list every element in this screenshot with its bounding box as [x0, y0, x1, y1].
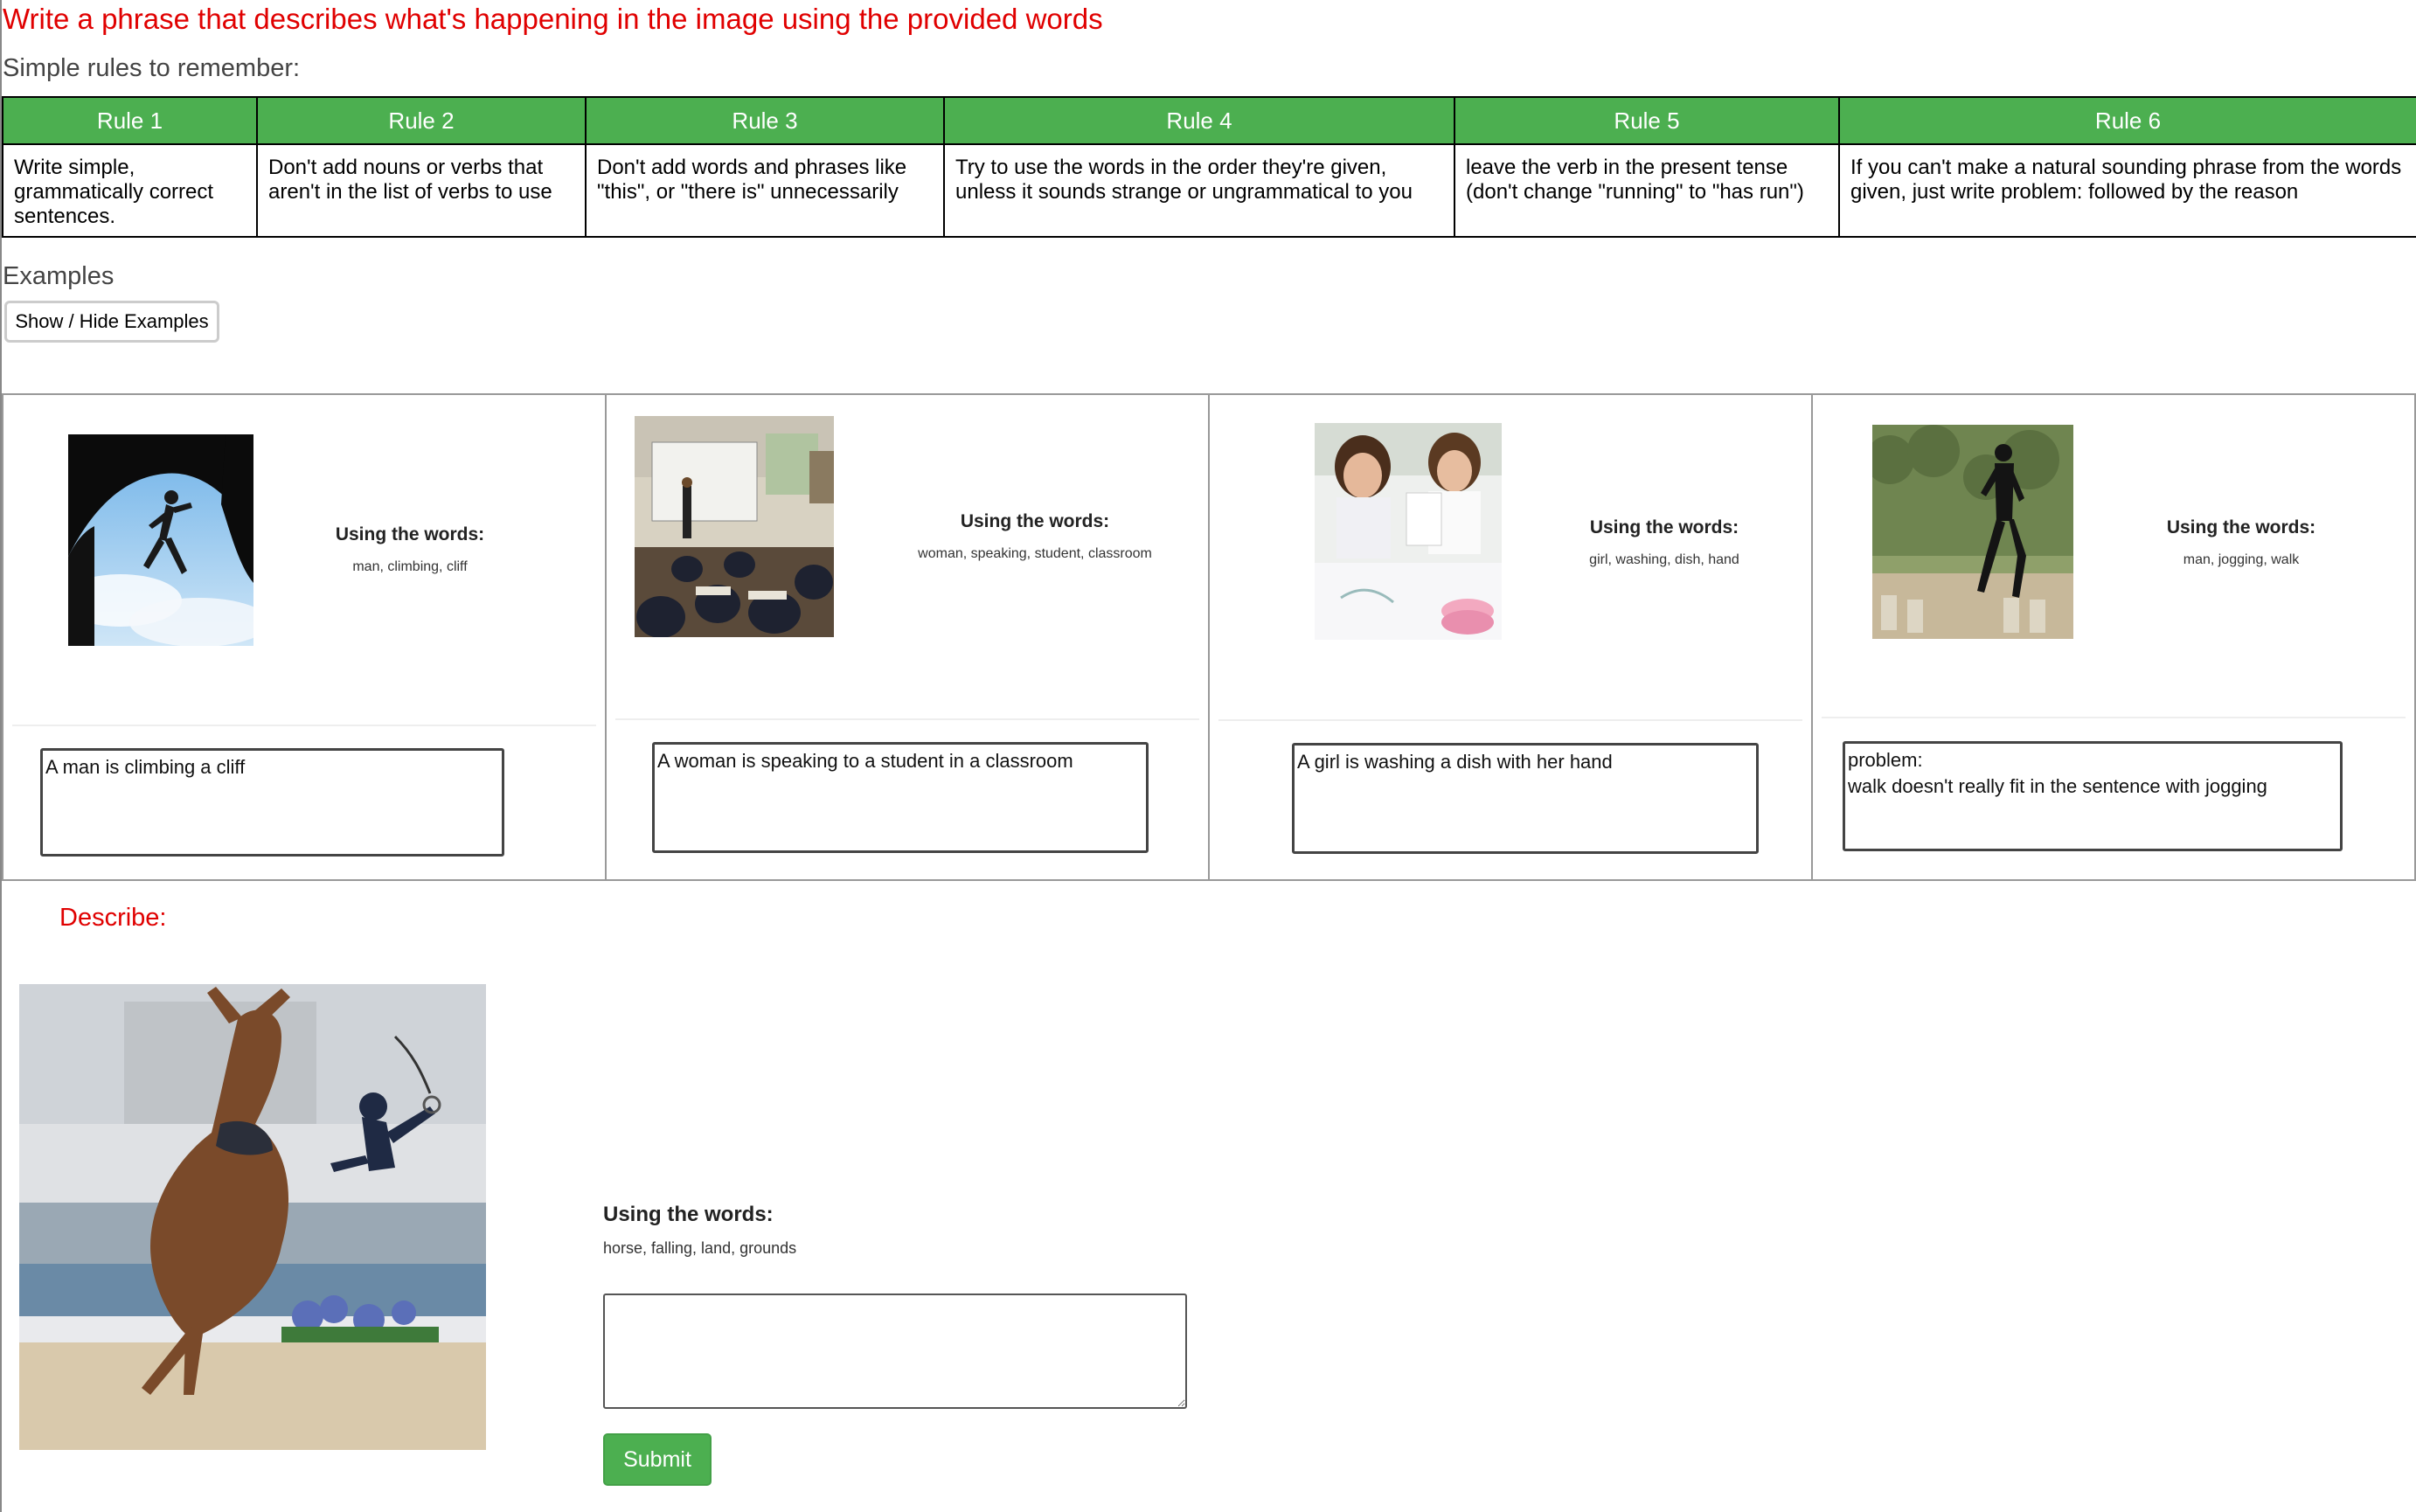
- classroom-photo: [635, 416, 834, 637]
- rule-text: Don't add words and phrases like "this",…: [585, 143, 945, 238]
- words-title: Using the words:: [1589, 517, 1739, 538]
- example-card: Using the words: man, jogging, walk prob…: [1813, 395, 2414, 879]
- words-title: Using the words:: [960, 511, 1110, 531]
- example-card: Using the words: woman, speaking, studen…: [607, 395, 1210, 879]
- rock-climber-photo: [68, 434, 253, 646]
- example-words: Using the words: man, climbing, cliff: [292, 524, 528, 575]
- rule-header: Rule 6: [1838, 96, 2416, 145]
- example-answer-field[interactable]: A woman is speaking to a student in a cl…: [652, 742, 1149, 853]
- rule-header: Rule 2: [256, 96, 587, 145]
- example-words: Using the words: woman, speaking, studen…: [904, 511, 1166, 562]
- example-answer-field[interactable]: problem: walk doesn't really fit in the …: [1843, 741, 2343, 851]
- man-jogging-photo: [1872, 425, 2073, 639]
- divider: [1218, 719, 1802, 721]
- words-title: Using the words:: [335, 524, 485, 544]
- rule-text: Don't add nouns or verbs that aren't in …: [256, 143, 587, 238]
- rule-text: Try to use the words in the order they'r…: [943, 143, 1455, 238]
- divider: [615, 718, 1199, 720]
- rule-header: Rule 3: [585, 96, 945, 145]
- divider: [12, 725, 596, 726]
- answer-input[interactable]: [603, 1294, 1187, 1409]
- rule-text: leave the verb in the present tense (don…: [1454, 143, 1840, 238]
- examples-heading: Examples: [3, 262, 115, 290]
- example-words: Using the words: man, jogging, walk: [2136, 517, 2346, 568]
- show-hide-examples-button[interactable]: Show / Hide Examples: [4, 301, 219, 343]
- example-answer-field[interactable]: A man is climbing a cliff: [40, 748, 504, 857]
- task-words-title: Using the words:: [603, 1203, 774, 1226]
- rule-header: Rule 5: [1454, 96, 1840, 145]
- words-list: woman, speaking, student, classroom: [918, 546, 1152, 561]
- submit-button[interactable]: Submit: [603, 1433, 712, 1486]
- example-words: Using the words: girl, washing, dish, ha…: [1559, 517, 1769, 568]
- example-card: Using the words: girl, washing, dish, ha…: [1210, 395, 1813, 879]
- page-title: Write a phrase that describes what's hap…: [3, 3, 1103, 35]
- rules-heading: Simple rules to remember:: [3, 54, 301, 82]
- rule-header: Rule 4: [943, 96, 1455, 145]
- rule-text: Write simple, grammatically correct sent…: [2, 143, 258, 238]
- examples-panel: Using the words: man, climbing, cliff A …: [2, 393, 2416, 881]
- example-answer-field[interactable]: A girl is washing a dish with her hand: [1292, 743, 1759, 854]
- rules-table: Rule 1 Rule 2 Rule 3 Rule 4 Rule 5 Rule …: [2, 96, 2416, 238]
- words-list: man, climbing, cliff: [352, 559, 468, 574]
- describe-label: Describe:: [59, 904, 167, 932]
- rules-header-row: Rule 1 Rule 2 Rule 3 Rule 4 Rule 5 Rule …: [2, 96, 2416, 145]
- rule-text: If you can't make a natural sounding phr…: [1838, 143, 2416, 238]
- divider: [1822, 717, 2406, 718]
- girls-painting-dishes-photo: [1315, 423, 1502, 640]
- horse-falling-photo: [19, 984, 486, 1450]
- words-list: man, jogging, walk: [2183, 552, 2300, 567]
- task-words-list: horse, falling, land, grounds: [603, 1239, 797, 1257]
- words-list: girl, washing, dish, hand: [1589, 552, 1739, 567]
- words-title: Using the words:: [2166, 517, 2316, 538]
- example-card: Using the words: man, climbing, cliff A …: [3, 395, 607, 879]
- rule-header: Rule 1: [2, 96, 258, 145]
- rules-text-row: Write simple, grammatically correct sent…: [2, 143, 2416, 238]
